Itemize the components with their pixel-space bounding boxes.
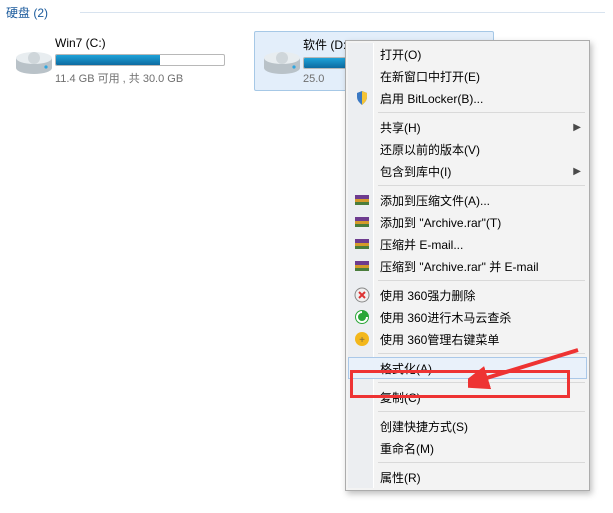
menu-item[interactable]: 共享(H) ▶ (348, 116, 587, 138)
menu-item-label: 包含到库中(I) (380, 163, 451, 180)
menu-item[interactable]: 使用 360强力删除 (348, 284, 587, 306)
menu-item-label: 使用 360进行木马云查杀 (380, 309, 511, 326)
hard-disk-icon (13, 36, 55, 78)
menu-item[interactable]: 格式化(A)... (348, 357, 587, 379)
menu-item[interactable]: + 使用 360管理右键菜单 (348, 328, 587, 350)
section-title: 硬盘 (2) (6, 6, 48, 20)
q360del-icon (353, 286, 371, 304)
menu-item-label: 添加到 "Archive.rar"(T) (380, 214, 501, 231)
menu-separator (378, 112, 585, 113)
menu-item-label: 属性(R) (380, 469, 421, 486)
submenu-arrow-icon: ▶ (573, 122, 581, 133)
menu-item[interactable]: 启用 BitLocker(B)... (348, 87, 587, 109)
q360scan-icon (353, 308, 371, 326)
menu-item[interactable]: 压缩并 E-mail... (348, 233, 587, 255)
menu-item[interactable]: 在新窗口中打开(E) (348, 65, 587, 87)
menu-separator (378, 411, 585, 412)
menu-item-label: 复制(C) (380, 389, 421, 406)
menu-separator (378, 462, 585, 463)
drive-capacity-fill (56, 55, 160, 65)
menu-item-label: 使用 360管理右键菜单 (380, 331, 499, 348)
context-menu: 打开(O) 在新窗口中打开(E) 启用 BitLocker(B)... 共享(H) ▶ 还… (345, 40, 590, 491)
drive-name: Win7 (C:) (55, 36, 239, 50)
menu-item[interactable]: 添加到 "Archive.rar"(T) (348, 211, 587, 233)
q360mgr-icon: + (353, 330, 371, 348)
context-menu-items: 打开(O) 在新窗口中打开(E) 启用 BitLocker(B)... 共享(H) ▶ 还… (348, 43, 587, 488)
menu-item-label: 格式化(A)... (380, 360, 442, 377)
winrar-icon (353, 257, 371, 275)
menu-item[interactable]: 重命名(M) (348, 437, 587, 459)
drive-subtext: 11.4 GB 可用 , 共 30.0 GB (55, 70, 239, 86)
drive-item[interactable]: Win7 (C:) 11.4 GB 可用 , 共 30.0 GB (6, 31, 246, 91)
menu-item-label: 添加到压缩文件(A)... (380, 192, 490, 209)
menu-item[interactable]: 添加到压缩文件(A)... (348, 189, 587, 211)
menu-item[interactable]: 属性(R) (348, 466, 587, 488)
menu-separator (378, 185, 585, 186)
drive-capacity-bar (55, 54, 225, 66)
menu-item-label: 还原以前的版本(V) (380, 141, 480, 158)
menu-item-label: 启用 BitLocker(B)... (380, 90, 483, 107)
menu-item[interactable]: 使用 360进行木马云查杀 (348, 306, 587, 328)
winrar-icon (353, 213, 371, 231)
menu-item[interactable]: 复制(C) (348, 386, 587, 408)
winrar-icon (353, 191, 371, 209)
menu-item-label: 在新窗口中打开(E) (380, 68, 480, 85)
menu-item[interactable]: 打开(O) (348, 43, 587, 65)
submenu-arrow-icon: ▶ (573, 166, 581, 177)
section-header: 硬盘 (2) (0, 0, 613, 23)
menu-item-label: 使用 360强力删除 (380, 287, 475, 304)
menu-item-label: 创建快捷方式(S) (380, 418, 468, 435)
menu-item[interactable]: 还原以前的版本(V) (348, 138, 587, 160)
drive-body: Win7 (C:) 11.4 GB 可用 , 共 30.0 GB (55, 36, 239, 86)
shield-icon (353, 89, 371, 107)
svg-text:+: + (359, 335, 365, 346)
menu-separator (378, 382, 585, 383)
menu-item-label: 共享(H) (380, 119, 421, 136)
menu-item-label: 重命名(M) (380, 440, 434, 457)
menu-item-label: 打开(O) (380, 46, 421, 63)
winrar-icon (353, 235, 371, 253)
menu-item[interactable]: 创建快捷方式(S) (348, 415, 587, 437)
menu-item[interactable]: 压缩到 "Archive.rar" 并 E-mail (348, 255, 587, 277)
menu-separator (378, 280, 585, 281)
menu-item-label: 压缩到 "Archive.rar" 并 E-mail (380, 258, 539, 275)
hard-disk-icon (261, 36, 303, 78)
menu-item-label: 压缩并 E-mail... (380, 236, 463, 253)
menu-separator (378, 353, 585, 354)
menu-item[interactable]: 包含到库中(I) ▶ (348, 160, 587, 182)
